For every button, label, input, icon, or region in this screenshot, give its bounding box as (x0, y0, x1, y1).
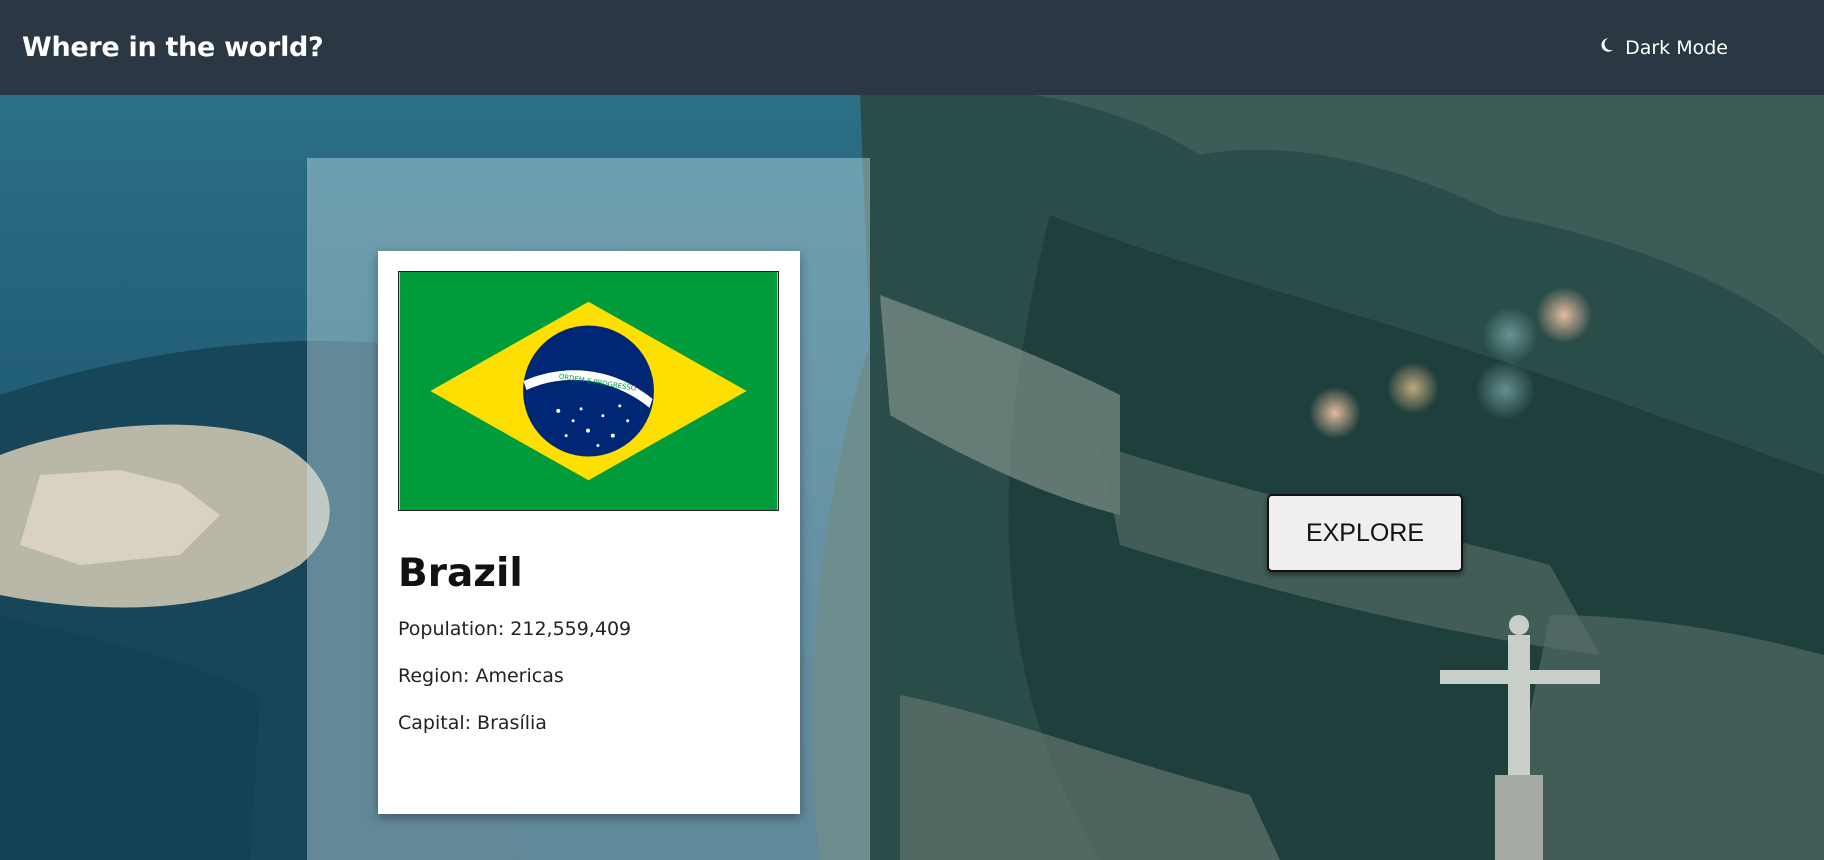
site-title[interactable]: Where in the world? (22, 32, 324, 63)
capital-text: Capital: Brasília (398, 712, 547, 734)
explore-button[interactable]: EXPLORE (1267, 494, 1463, 572)
moon-icon (1597, 36, 1615, 59)
country-name: Brazil (398, 551, 523, 596)
dark-mode-label: Dark Mode (1625, 36, 1728, 59)
population-text: Population: 212,559,409 (398, 618, 632, 640)
region-text: Region: Americas (398, 665, 564, 687)
rio-background-image (0, 95, 1824, 860)
dark-mode-toggle[interactable]: Dark Mode (1597, 36, 1728, 59)
brazil-flag-icon: ORDEM E PROGRESSO (398, 271, 779, 511)
hero-section (0, 95, 1824, 860)
top-nav: Where in the world? Dark Mode (0, 0, 1824, 95)
country-card[interactable]: ORDEM E PROGRESSO Brazil Population: 212… (378, 251, 800, 814)
